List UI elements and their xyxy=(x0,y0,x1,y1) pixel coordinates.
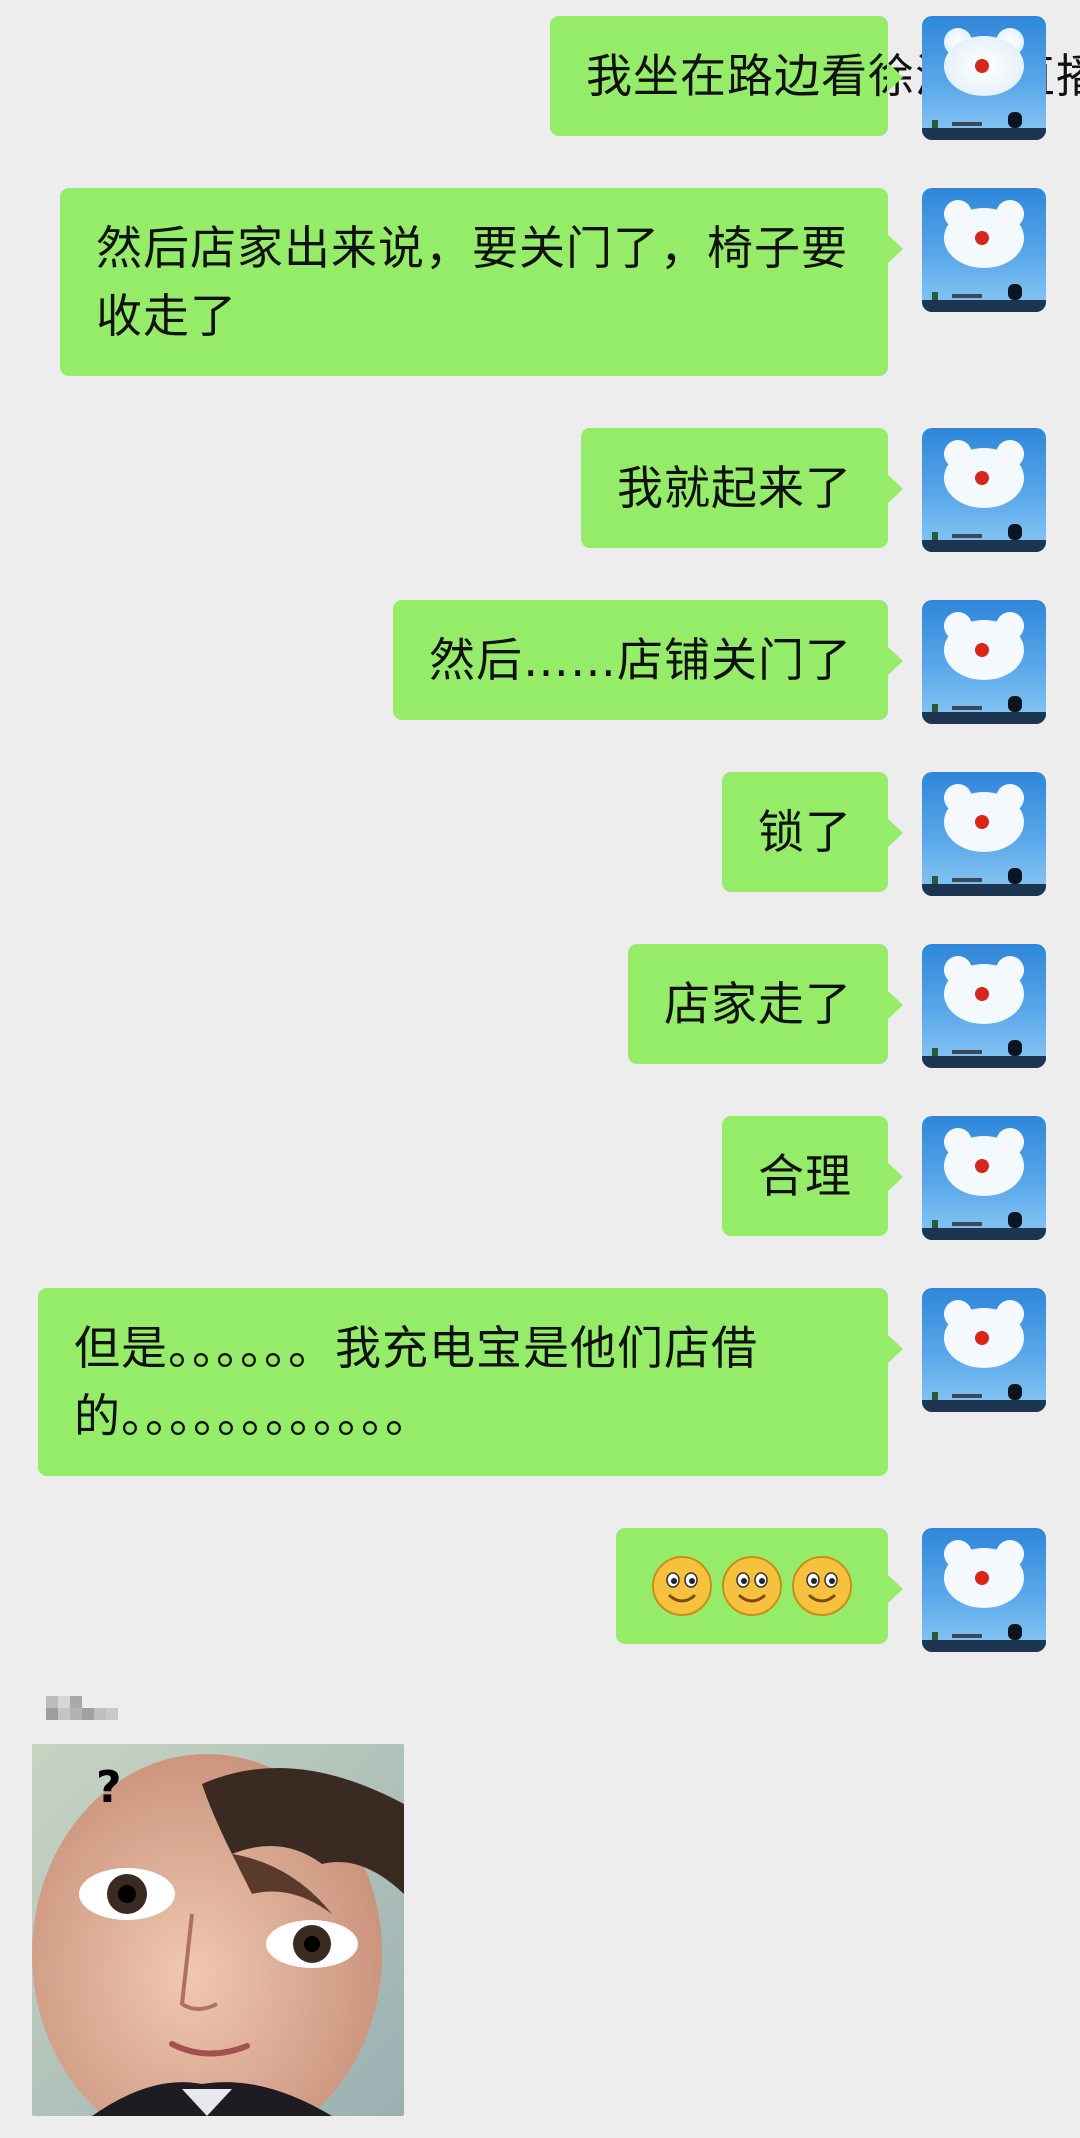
smile-emoji-icon xyxy=(652,1556,712,1616)
avatar[interactable] xyxy=(922,428,1046,552)
message-bubble[interactable] xyxy=(616,1528,903,1644)
avatar[interactable] xyxy=(922,16,1046,140)
message-row: 但是。。。。。。我充电宝是他们店借的。。。。。。。。。。。。 xyxy=(38,1288,1046,1476)
avatar[interactable] xyxy=(922,1528,1046,1652)
mosaic-icon xyxy=(46,1696,118,1720)
cloud-bear-avatar-icon xyxy=(922,1300,1046,1412)
message-text: 合理 xyxy=(758,1149,852,1203)
cloud-bear-avatar-icon xyxy=(922,612,1046,724)
cloud-bear-avatar-icon xyxy=(922,200,1046,312)
message-row: 锁了 xyxy=(722,772,1046,896)
face-photo-image xyxy=(32,1744,404,2116)
smile-emoji-icon xyxy=(722,1556,782,1616)
message-text: 然后店家出来说，要关门了，椅子要收走了 xyxy=(96,221,848,343)
cloud-bear-avatar-icon xyxy=(922,956,1046,1068)
cloud-bear-avatar-icon xyxy=(922,1540,1046,1652)
message-row: 店家走了 xyxy=(628,944,1046,1068)
cloud-bear-avatar-icon xyxy=(922,1128,1046,1240)
message-row: 合理 xyxy=(722,1116,1046,1240)
smile-emoji-icon xyxy=(792,1556,852,1616)
message-bubble[interactable]: 锁了 xyxy=(722,772,903,892)
message-bubble[interactable]: 我坐在路边看徐泽辉直播 xyxy=(550,16,1080,136)
avatar[interactable] xyxy=(922,600,1046,724)
message-bubble[interactable]: 我就起来了 xyxy=(581,428,903,548)
message-text: 店家走了 xyxy=(664,977,852,1031)
message-bubble[interactable]: 然后……店铺关门了 xyxy=(393,600,903,720)
avatar[interactable] xyxy=(922,1116,1046,1240)
message-text: 但是。。。。。。我充电宝是他们店借的。。。。。。。。。。。。 xyxy=(74,1321,758,1443)
cloud-bear-avatar-icon xyxy=(922,784,1046,896)
message-bubble[interactable]: 然后店家出来说，要关门了，椅子要收走了 xyxy=(60,188,903,376)
avatar[interactable] xyxy=(922,772,1046,896)
cloud-bear-avatar-icon xyxy=(922,440,1046,552)
photo-question-mark: ? xyxy=(96,1762,122,1813)
message-row: 我就起来了 xyxy=(581,428,1046,552)
avatar[interactable] xyxy=(922,944,1046,1068)
message-row: 然后……店铺关门了 xyxy=(393,600,1046,724)
message-row: 我坐在路边看徐泽辉直播 xyxy=(550,16,1080,140)
message-bubble[interactable]: 但是。。。。。。我充电宝是他们店借的。。。。。。。。。。。。 xyxy=(38,1288,903,1476)
emoji-row xyxy=(650,1554,854,1618)
message-text: 然后……店铺关门了 xyxy=(429,633,852,687)
sender-name-pixelated xyxy=(10,1690,130,1734)
message-row: 然后店家出来说，要关门了，椅子要收走了 xyxy=(60,188,1046,376)
message-bubble[interactable]: 合理 xyxy=(722,1116,903,1236)
avatar[interactable] xyxy=(922,1288,1046,1412)
cloud-bear-avatar-icon xyxy=(922,28,1046,140)
message-row xyxy=(616,1528,1046,1652)
message-text: 我就起来了 xyxy=(617,461,852,515)
avatar[interactable] xyxy=(922,188,1046,312)
received-photo[interactable]: ? xyxy=(32,1744,404,2116)
message-text: 锁了 xyxy=(758,805,852,859)
message-bubble[interactable]: 店家走了 xyxy=(628,944,903,1064)
